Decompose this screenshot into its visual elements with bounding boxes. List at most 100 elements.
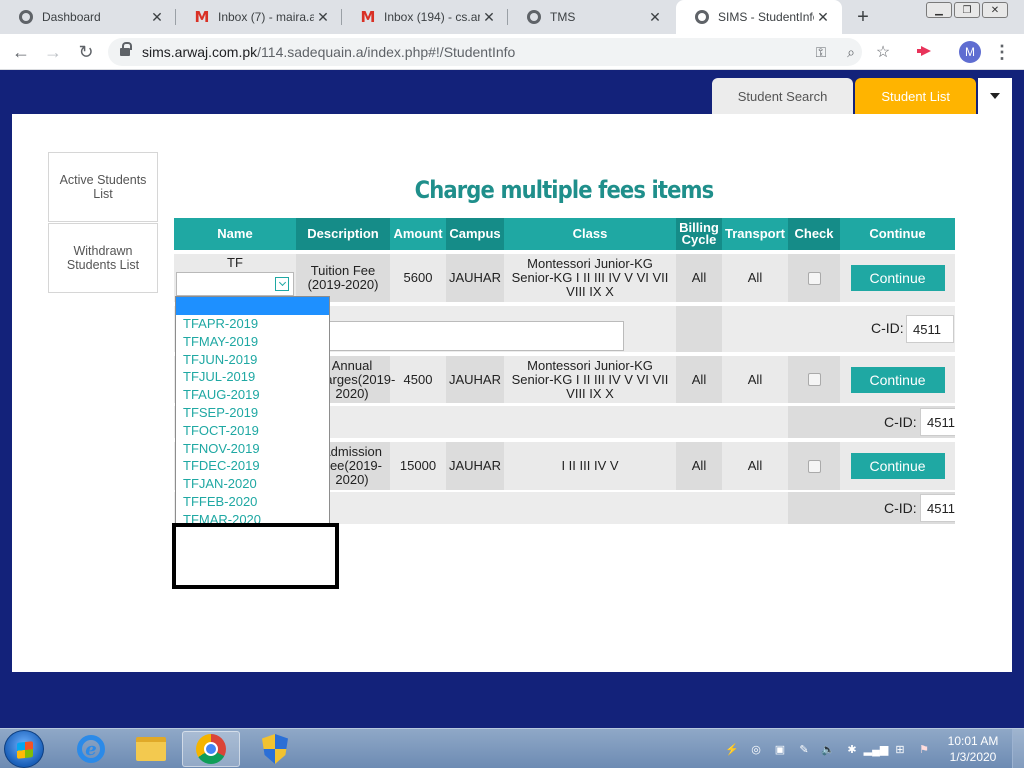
dropdown-option[interactable]: TFSEP-2019 xyxy=(176,404,329,422)
gmail-icon: M xyxy=(194,8,210,26)
power-icon[interactable]: ⚡ xyxy=(724,741,740,757)
remarks-input[interactable] xyxy=(324,321,624,351)
browser-tab-strip: Dashboard ✕ M Inbox (7) - maira.arwaj ✕ … xyxy=(0,0,1024,34)
clock-time: 10:01 AM xyxy=(947,734,999,748)
show-desktop-button[interactable] xyxy=(1012,729,1024,768)
close-icon[interactable]: ✕ xyxy=(314,8,332,26)
transport-cell: All xyxy=(747,458,763,473)
row-checkbox[interactable] xyxy=(807,373,821,386)
browser-toolbar: ← → ↻ sims.arwaj.com.pk/114.sadequain.a/… xyxy=(0,34,1024,70)
chevron-down-icon[interactable] xyxy=(978,78,1012,114)
amount-cell: 5600 xyxy=(403,270,433,285)
dropdown-option[interactable]: TFNOV-2019 xyxy=(176,440,329,458)
internet-explorer-icon[interactable]: e xyxy=(62,731,120,767)
pen-icon[interactable]: ✎ xyxy=(796,741,812,757)
column-header: Class xyxy=(572,226,608,241)
top-navigation: Student Search Student List xyxy=(711,78,1012,114)
forward-arrow-icon[interactable]: → xyxy=(42,41,64,63)
continue-button[interactable]: Continue xyxy=(850,366,945,393)
cid-input[interactable]: 4511 xyxy=(920,408,955,436)
transport-cell: All xyxy=(747,270,763,285)
close-icon[interactable]: ✕ xyxy=(148,8,166,26)
star-icon[interactable]: ☆ xyxy=(874,43,892,61)
tab-title: Dashboard xyxy=(42,10,101,24)
continue-button[interactable]: Continue xyxy=(850,265,945,291)
column-header: Billing Cycle xyxy=(676,218,722,250)
dropdown-highlighted-option[interactable] xyxy=(176,297,329,315)
zoom-icon[interactable]: ⌕ xyxy=(842,43,860,61)
close-window-icon[interactable]: ✕ xyxy=(982,2,1008,18)
billing-cycle-cell: All xyxy=(676,356,722,403)
cid-input[interactable]: 4511 xyxy=(920,494,955,522)
start-button[interactable] xyxy=(4,730,44,768)
class-cell: I II III IV V xyxy=(561,458,619,473)
minimize-icon[interactable]: ▁ xyxy=(926,2,952,18)
windows-icon[interactable]: ⊞ xyxy=(892,741,908,757)
sidebar-item-withdrawn-students[interactable]: Withdrawn Students List xyxy=(48,223,158,293)
extension-icon[interactable] xyxy=(916,41,936,61)
bluetooth-icon[interactable]: ✱ xyxy=(844,741,860,757)
sidebar-item-active-students[interactable]: Active Students List xyxy=(48,152,158,222)
campus-cell: JAUHAR xyxy=(446,254,504,302)
dropdown-option[interactable]: TFAUG-2019 xyxy=(176,386,329,404)
dropdown-option[interactable]: TFMAY-2019 xyxy=(176,333,329,351)
system-clock[interactable]: 10:01 AM 1/3/2020 xyxy=(938,733,1008,765)
page-title: Charge multiple fees items xyxy=(414,176,715,204)
cid-label: C-ID: xyxy=(884,414,917,430)
back-arrow-icon[interactable]: ← xyxy=(10,41,32,63)
dropdown-option[interactable]: TFAPR-2019 xyxy=(176,315,329,333)
amount-cell: 4500 xyxy=(403,371,433,387)
taskbar: e ⚡ ◎ ▣ ✎ 🔈 ✱ ▂▄▆ ⊞ ⚑ 10:01 AM 1/3/2020 xyxy=(0,728,1024,768)
browser-tab-sims[interactable]: SIMS - StudentInfo ✕ xyxy=(676,0,842,34)
tab-student-list[interactable]: Student List xyxy=(855,78,976,114)
dropdown-option[interactable]: TFJUL-2019 xyxy=(176,368,329,386)
window-controls: ▁ ❐ ✕ xyxy=(926,2,1008,18)
reload-icon[interactable]: ↻ xyxy=(75,41,97,63)
security-shield-icon[interactable] xyxy=(246,731,304,767)
dropdown-option[interactable]: TFJAN-2020 xyxy=(176,475,329,493)
browser-tab-tms[interactable]: TMS ✕ xyxy=(508,0,674,34)
dropdown-option[interactable]: TFJUN-2019 xyxy=(176,351,329,369)
transport-cell: All xyxy=(747,371,763,387)
check-cell xyxy=(788,442,840,490)
column-header: Check xyxy=(788,218,840,250)
continue-cell: Continue xyxy=(840,442,955,490)
device-icon[interactable]: ▣ xyxy=(772,741,788,757)
campus-cell: JAUHAR xyxy=(446,356,504,403)
browser-tab-inbox-maira[interactable]: M Inbox (7) - maira.arwaj ✕ xyxy=(176,0,342,34)
browser-tab-dashboard[interactable]: Dashboard ✕ xyxy=(0,0,176,34)
browser-menu-icon[interactable]: ⋮ xyxy=(993,41,1011,63)
continue-button[interactable]: Continue xyxy=(850,453,945,479)
column-header: Continue xyxy=(869,226,926,241)
dropdown-option[interactable]: TFDEC-2019 xyxy=(176,457,329,475)
fee-month-select[interactable] xyxy=(176,272,294,296)
dropdown-option[interactable]: TFOCT-2019 xyxy=(176,422,329,440)
row-checkbox[interactable] xyxy=(807,459,821,473)
column-header: Campus xyxy=(446,218,504,250)
restore-icon[interactable]: ❐ xyxy=(954,2,980,18)
tab-student-search[interactable]: Student Search xyxy=(711,78,854,114)
volume-icon[interactable]: 🔈 xyxy=(820,741,836,757)
dropdown-option[interactable]: TFFEB-2020 xyxy=(176,493,329,511)
sync-icon[interactable]: ◎ xyxy=(748,741,764,757)
network-signal-icon[interactable]: ▂▄▆ xyxy=(864,741,889,757)
profile-avatar[interactable]: M xyxy=(959,41,981,63)
address-bar[interactable]: sims.arwaj.com.pk/114.sadequain.a/index.… xyxy=(108,38,890,66)
close-icon[interactable]: ✕ xyxy=(646,8,664,26)
close-icon[interactable]: ✕ xyxy=(480,8,498,26)
overlay-box xyxy=(172,523,339,589)
chrome-icon[interactable] xyxy=(182,731,240,767)
row-checkbox[interactable] xyxy=(807,271,821,285)
cid-label: C-ID: xyxy=(884,500,917,516)
browser-tab-inbox-cs[interactable]: M Inbox (194) - cs.arwaj ✕ xyxy=(342,0,508,34)
close-icon[interactable]: ✕ xyxy=(814,8,832,26)
chevron-down-icon[interactable] xyxy=(275,277,289,291)
action-center-icon[interactable]: ⚑ xyxy=(916,741,932,757)
key-icon[interactable]: ⚿ xyxy=(812,43,830,61)
main-content: Active Students List Withdrawn Students … xyxy=(12,114,1012,672)
new-tab-icon[interactable]: + xyxy=(852,6,874,28)
lock-icon xyxy=(120,42,132,58)
cid-input[interactable]: 4511 xyxy=(906,315,954,343)
campus-cell: JAUHAR xyxy=(446,442,504,490)
file-explorer-icon[interactable] xyxy=(122,731,180,767)
